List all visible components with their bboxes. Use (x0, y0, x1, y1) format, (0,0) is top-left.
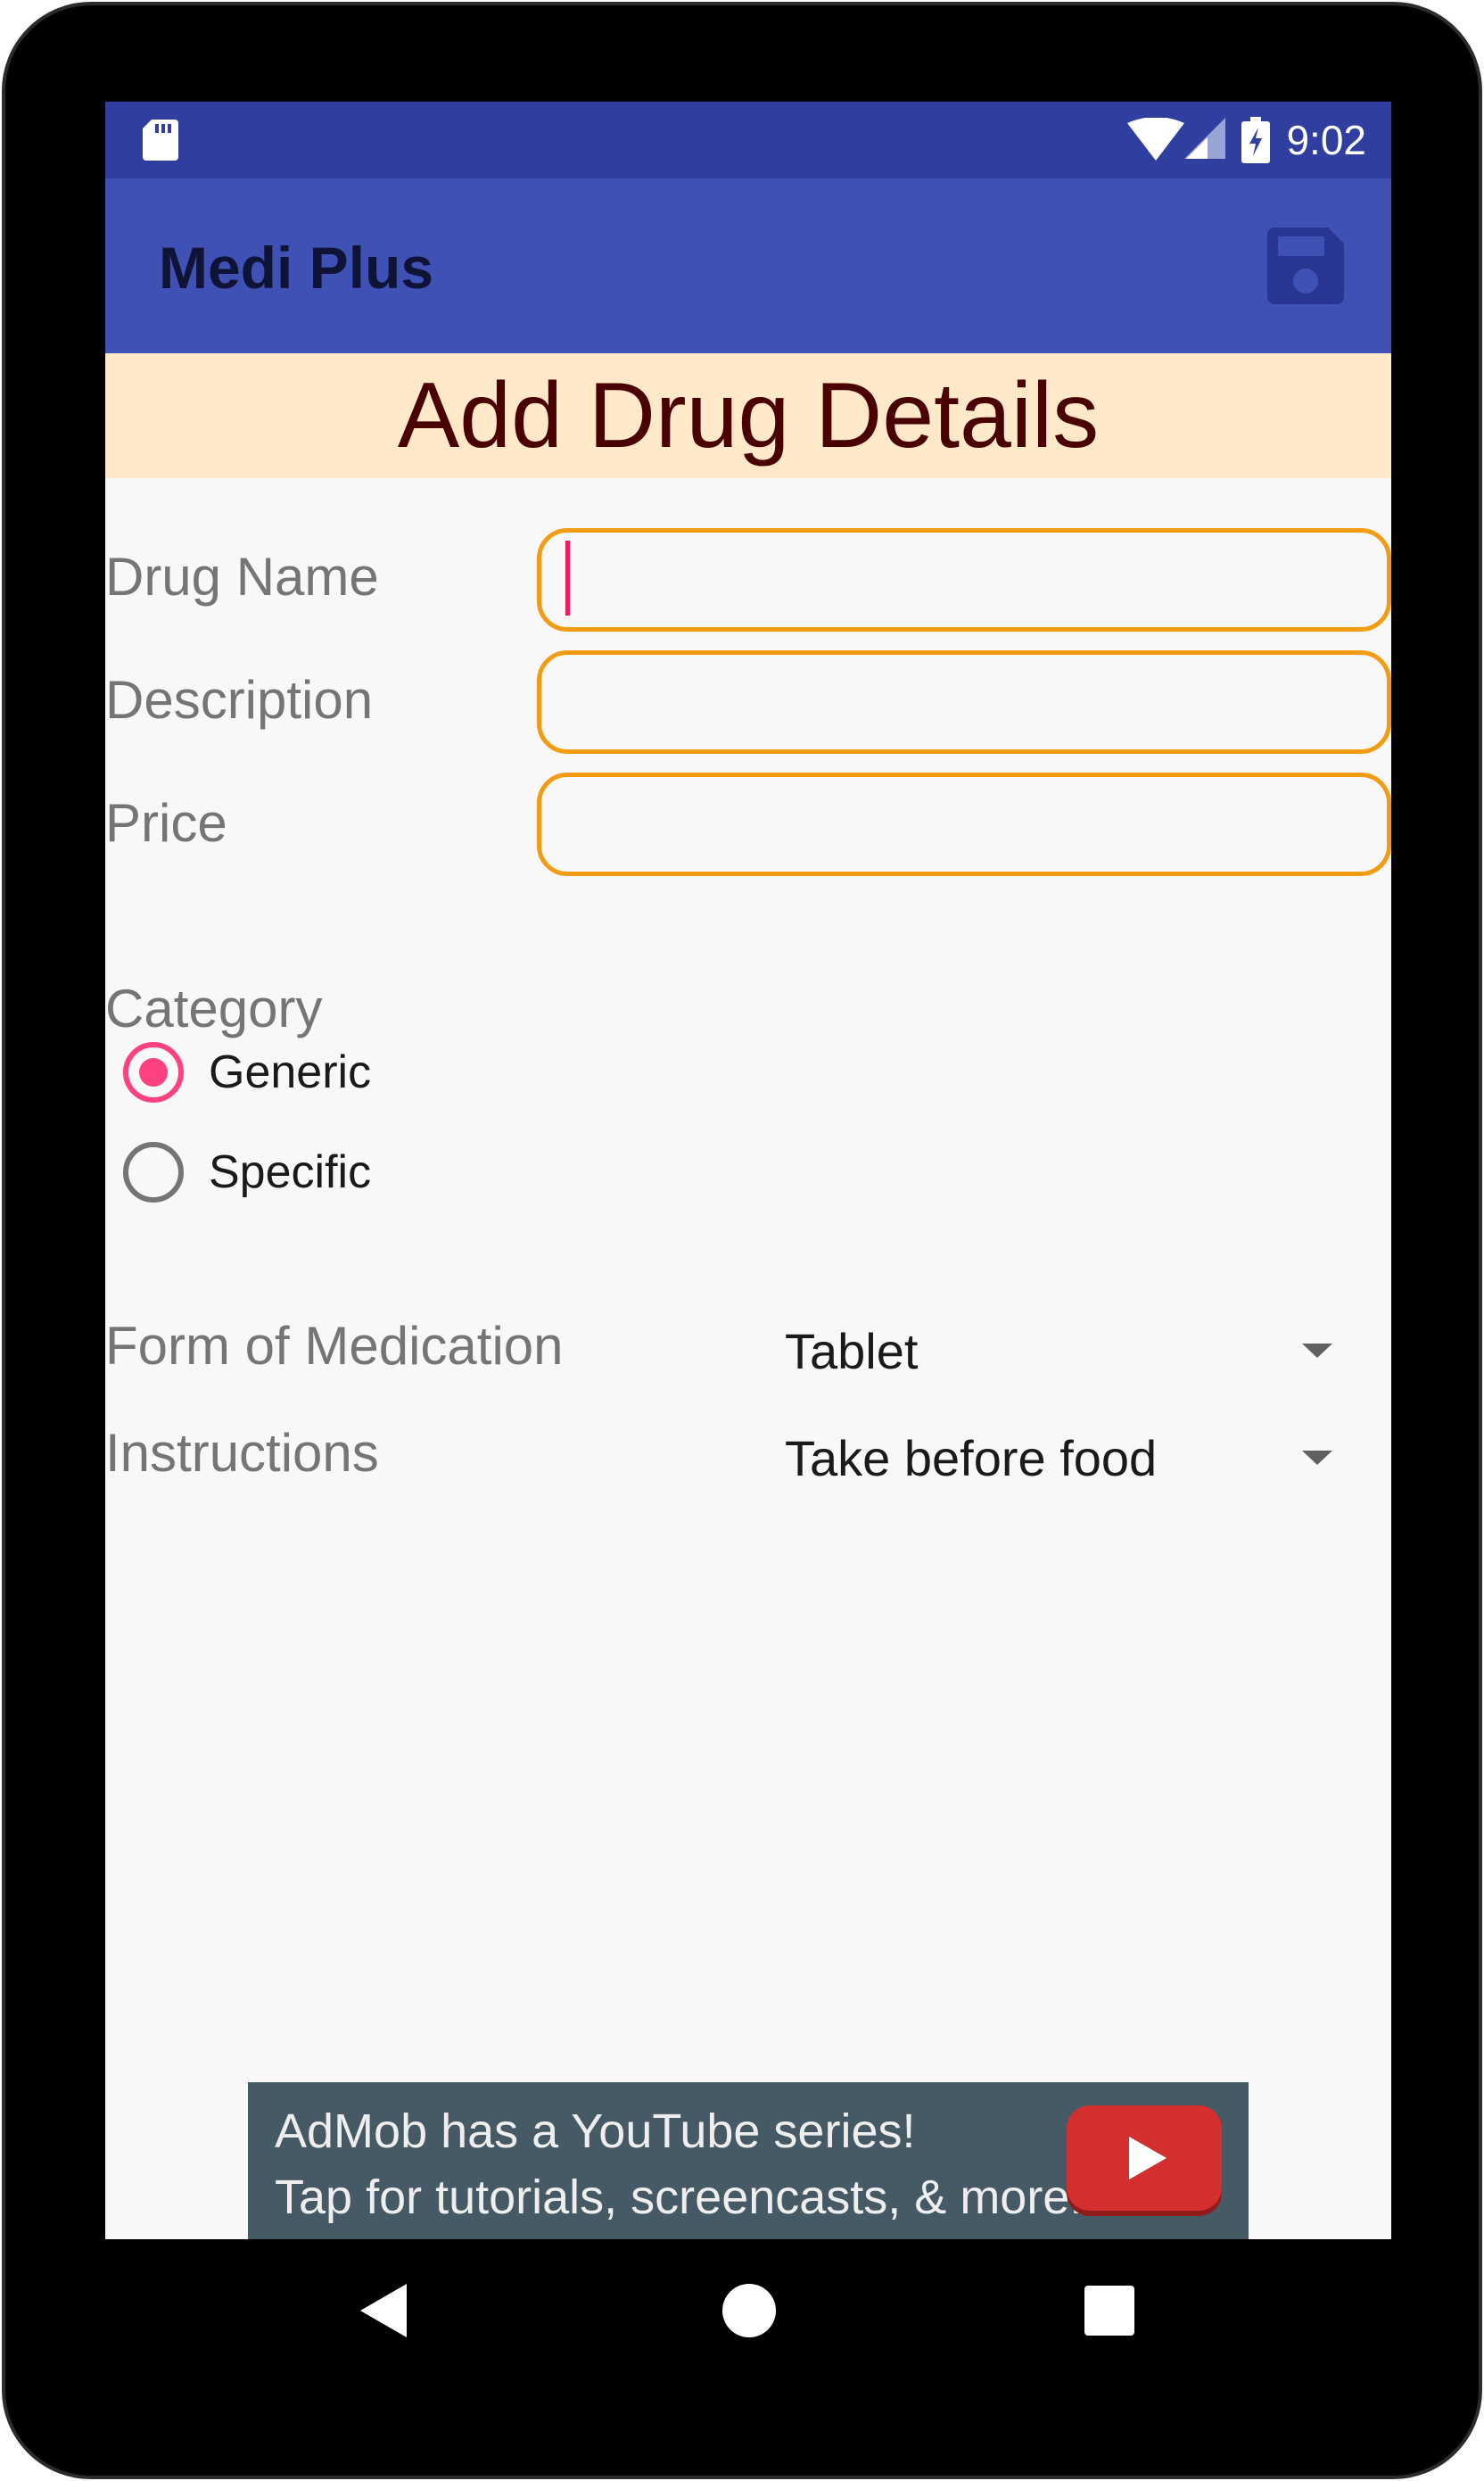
instructions-label: Instructions (105, 1423, 379, 1483)
radio-generic[interactable]: Generic (123, 1042, 371, 1103)
radio-unchecked-icon (123, 1142, 184, 1203)
radio-specific[interactable]: Specific (123, 1142, 371, 1203)
navigation-bar (105, 2239, 1391, 2382)
status-time: 9:02 (1286, 117, 1366, 163)
recents-icon[interactable] (1077, 2278, 1142, 2343)
app-bar: Medi Plus (105, 178, 1391, 353)
radio-dot (139, 1058, 168, 1087)
form-of-medication-value: Tablet (785, 1322, 919, 1379)
ad-line-1: AdMob has a YouTube series! (275, 2105, 916, 2158)
back-icon[interactable] (355, 2278, 419, 2343)
cell-signal-icon (1184, 118, 1226, 159)
play-triangle (1129, 2137, 1167, 2179)
battery-charging-icon (1241, 117, 1271, 163)
page-title: Add Drug Details (397, 363, 1100, 467)
category-label: Category (105, 979, 323, 1038)
app-title: Medi Plus (159, 235, 434, 301)
radio-specific-label: Specific (209, 1146, 372, 1198)
drug-name-label: Drug Name (105, 547, 379, 607)
instructions-dropdown[interactable]: Take before food (772, 1413, 1391, 1502)
radio-checked-icon (123, 1042, 184, 1103)
form-of-medication-dropdown[interactable]: Tablet (772, 1306, 1391, 1395)
text-cursor (565, 541, 570, 616)
drug-name-input[interactable] (537, 528, 1391, 632)
price-input[interactable] (537, 773, 1391, 876)
instructions-value: Take before food (785, 1429, 1158, 1486)
radio-generic-label: Generic (209, 1046, 372, 1098)
app-screen: 9:02 Medi Plus Add Drug Details Drug Nam… (105, 102, 1391, 2239)
description-label: Description (105, 670, 374, 730)
dropdown-arrow-icon (1302, 1344, 1332, 1358)
device-frame: 9:02 Medi Plus Add Drug Details Drug Nam… (2, 2, 1482, 2479)
home-icon[interactable] (717, 2278, 781, 2343)
save-icon (1267, 227, 1344, 304)
price-label: Price (105, 793, 227, 853)
save-button[interactable] (1266, 227, 1345, 305)
sd-card-icon (143, 120, 178, 161)
status-icons: 9:02 (1127, 102, 1366, 178)
ad-banner[interactable]: AdMob has a YouTube series! Tap for tuto… (248, 2082, 1249, 2239)
status-bar: 9:02 (105, 102, 1391, 178)
form-of-medication-label: Form of Medication (105, 1316, 564, 1376)
description-input[interactable] (537, 650, 1391, 754)
youtube-play-icon[interactable] (1067, 2105, 1222, 2211)
page-header: Add Drug Details (105, 353, 1391, 478)
ad-line-2: Tap for tutorials, screencasts, & more. (275, 2171, 1084, 2224)
wifi-icon (1127, 118, 1185, 161)
dropdown-arrow-icon (1302, 1451, 1332, 1465)
